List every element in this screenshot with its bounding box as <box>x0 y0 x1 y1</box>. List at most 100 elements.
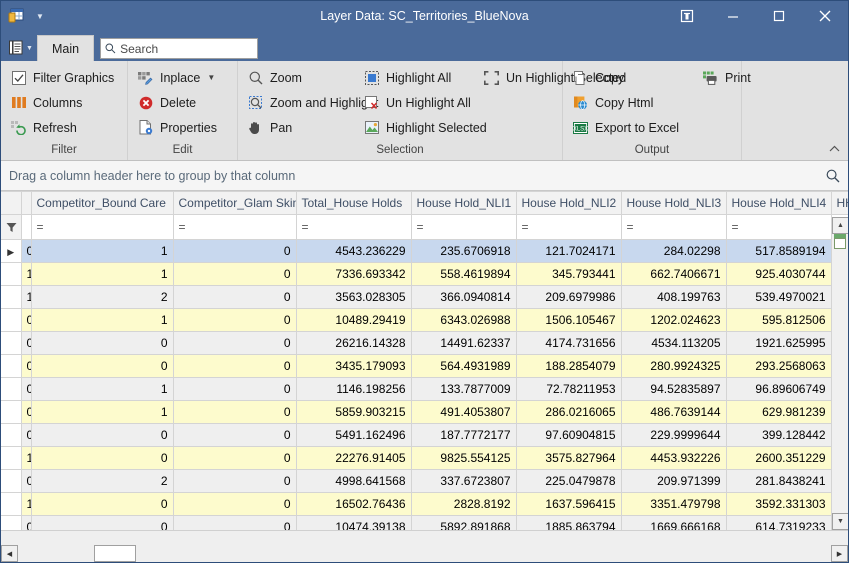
ribbon-button-columns[interactable]: Columns <box>7 90 121 115</box>
ribbon-button-export-to-excel[interactable]: XLSX Export to Excel <box>569 115 699 140</box>
table-cell[interactable]: 4998.641568 <box>296 469 412 493</box>
row-indicator-cell[interactable] <box>1 515 22 530</box>
column-header-house-hold-nli1[interactable]: House Hold_NLI1 <box>411 191 517 215</box>
table-cell[interactable]: 5892.891868 <box>411 515 517 530</box>
clipped-left-cell[interactable]: 1 <box>21 262 32 286</box>
table-cell[interactable]: 1 <box>31 239 174 263</box>
table-cell[interactable]: 3592.331303 <box>726 492 832 516</box>
table-cell[interactable]: 9825.554125 <box>411 446 517 470</box>
quick-access-toolbar[interactable]: ▼ <box>5 35 37 61</box>
table-cell[interactable]: 486.7639144 <box>621 400 727 424</box>
row-indicator-cell[interactable] <box>1 377 22 401</box>
ribbon-button-filter-graphics[interactable]: Filter Graphics <box>7 65 121 90</box>
table-cell[interactable]: 4534.113205 <box>621 331 727 355</box>
filter-cell-3[interactable]: = <box>411 214 517 240</box>
table-cell[interactable]: 3435.179093 <box>296 354 412 378</box>
clipped-left-cell[interactable]: 0 <box>21 377 32 401</box>
table-cell[interactable]: 72.78211953 <box>516 377 622 401</box>
ribbon-button-copy-html[interactable]: Copy Html <box>569 90 674 115</box>
table-cell[interactable]: 209.971399 <box>621 469 727 493</box>
table-cell[interactable]: 187.7772177 <box>411 423 517 447</box>
clipped-left-cell[interactable]: 1 <box>21 446 32 470</box>
table-cell[interactable]: 0 <box>173 331 297 355</box>
filter-cell-5[interactable]: = <box>621 214 727 240</box>
filter-cell-0[interactable]: = <box>31 214 174 240</box>
clipped-left-cell[interactable]: 0 <box>21 469 32 493</box>
close-icon[interactable] <box>802 1 848 31</box>
table-cell[interactable]: 14491.62337 <box>411 331 517 355</box>
table-cell[interactable]: 0 <box>173 515 297 530</box>
table-cell[interactable]: 3563.028305 <box>296 285 412 309</box>
table-cell[interactable]: 1 <box>31 377 174 401</box>
chevron-down-icon[interactable]: ▼ <box>207 73 215 82</box>
table-row[interactable]: 1203563.028305366.0940814209.6979986408.… <box>1 285 848 309</box>
table-cell[interactable]: 366.0940814 <box>411 285 517 309</box>
table-cell[interactable]: 614.7319233 <box>726 515 832 530</box>
table-cell[interactable]: 629.981239 <box>726 400 832 424</box>
filter-cell-2[interactable]: = <box>296 214 412 240</box>
table-row[interactable]: 0204998.641568337.6723807225.0479878209.… <box>1 469 848 493</box>
table-cell[interactable]: 4543.236229 <box>296 239 412 263</box>
table-cell[interactable]: 0 <box>31 515 174 530</box>
row-indicator-cell[interactable] <box>1 400 22 424</box>
clipped-left-cell[interactable]: 0 <box>21 423 32 447</box>
row-indicator-cell[interactable] <box>1 331 22 355</box>
column-header-total-house-holds[interactable]: Total_House Holds <box>296 191 412 215</box>
table-row[interactable]: ▶0104543.236229235.6706918121.7024171284… <box>1 239 848 263</box>
clipped-left-cell[interactable]: 0 <box>21 400 32 424</box>
table-cell[interactable]: 0 <box>173 262 297 286</box>
ribbon-button-un-highlight-all[interactable]: Un Highlight All <box>360 90 480 115</box>
table-cell[interactable]: 1 <box>31 262 174 286</box>
minimize-icon[interactable] <box>710 1 756 31</box>
table-cell[interactable]: 22276.91405 <box>296 446 412 470</box>
row-indicator-cell[interactable] <box>1 492 22 516</box>
table-cell[interactable]: 6343.026988 <box>411 308 517 332</box>
table-cell[interactable]: 1146.198256 <box>296 377 412 401</box>
table-cell[interactable]: 280.9924325 <box>621 354 727 378</box>
table-cell[interactable]: 564.4931989 <box>411 354 517 378</box>
table-cell[interactable]: 558.4619894 <box>411 262 517 286</box>
table-cell[interactable]: 539.4970021 <box>726 285 832 309</box>
table-cell[interactable]: 188.2854079 <box>516 354 622 378</box>
group-by-panel[interactable]: Drag a column header here to group by th… <box>1 161 848 191</box>
table-cell[interactable]: 2600.351229 <box>726 446 832 470</box>
table-cell[interactable]: 10474.39138 <box>296 515 412 530</box>
table-cell[interactable]: 5491.162496 <box>296 423 412 447</box>
table-cell[interactable]: 26216.14328 <box>296 331 412 355</box>
table-row[interactable]: 00010474.391385892.8918681885.8637941669… <box>1 515 848 530</box>
table-cell[interactable]: 2 <box>31 285 174 309</box>
ribbon-button-zoom[interactable]: Zoom <box>244 65 360 90</box>
table-row[interactable]: 1107336.693342558.4619894345.793441662.7… <box>1 262 848 286</box>
table-cell[interactable]: 281.8438241 <box>726 469 832 493</box>
table-cell[interactable]: 491.4053807 <box>411 400 517 424</box>
vertical-scroll-track[interactable] <box>832 249 848 513</box>
column-header-competitor-glam-skin[interactable]: Competitor_Glam Skin <box>173 191 297 215</box>
table-cell[interactable]: 408.199763 <box>621 285 727 309</box>
table-cell[interactable]: 662.7406671 <box>621 262 727 286</box>
table-cell[interactable]: 5859.903215 <box>296 400 412 424</box>
table-cell[interactable]: 595.812506 <box>726 308 832 332</box>
row-indicator-cell[interactable] <box>1 285 22 309</box>
table-cell[interactable]: 1921.625995 <box>726 331 832 355</box>
table-cell[interactable]: 225.0479878 <box>516 469 622 493</box>
table-cell[interactable]: 16502.76436 <box>296 492 412 516</box>
row-indicator-cell[interactable] <box>1 423 22 447</box>
table-cell[interactable]: 4453.932226 <box>621 446 727 470</box>
table-cell[interactable]: 517.8589194 <box>726 239 832 263</box>
row-indicator-cell[interactable] <box>1 469 22 493</box>
clipped-left-cell[interactable]: 0 <box>21 354 32 378</box>
table-row[interactable]: 0005491.162496187.777217797.60904815229.… <box>1 423 848 447</box>
quick-access-chevron-down-icon[interactable]: ▼ <box>26 45 33 52</box>
row-indicator-cell[interactable] <box>1 262 22 286</box>
table-cell[interactable]: 0 <box>173 377 297 401</box>
ribbon-button-inplace[interactable]: Inplace ▼ <box>134 65 224 90</box>
table-cell[interactable]: 1 <box>31 308 174 332</box>
table-cell[interactable]: 0 <box>31 446 174 470</box>
row-indicator-cell[interactable] <box>1 446 22 470</box>
table-cell[interactable]: 337.6723807 <box>411 469 517 493</box>
table-cell[interactable]: 7336.693342 <box>296 262 412 286</box>
table-cell[interactable]: 229.9999644 <box>621 423 727 447</box>
ribbon-button-highlight-selected[interactable]: Highlight Selected <box>360 115 487 140</box>
table-cell[interactable]: 0 <box>173 285 297 309</box>
table-cell[interactable]: 3575.827964 <box>516 446 622 470</box>
